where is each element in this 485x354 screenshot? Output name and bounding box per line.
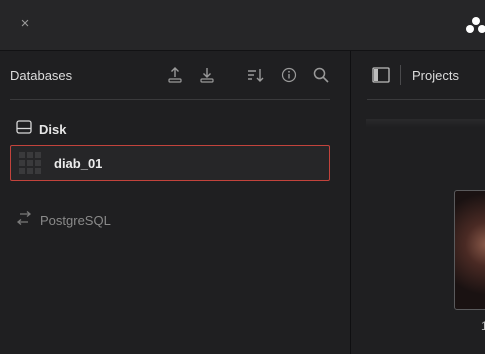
- postgresql-section[interactable]: PostgreSQL: [16, 211, 111, 230]
- project-label: 1: [481, 319, 485, 333]
- databases-title: Databases: [10, 68, 73, 83]
- projects-header-strip: [366, 119, 485, 127]
- download-icon[interactable]: [198, 66, 216, 84]
- projects-title: Projects: [412, 68, 459, 83]
- search-icon[interactable]: [312, 66, 330, 84]
- disk-drive-icon: [16, 119, 32, 139]
- databases-panel: Databases Disk diab_01 PostgreSQL: [0, 51, 350, 354]
- connect-arrows-icon: [16, 211, 32, 230]
- panel-toggle-icon[interactable]: [372, 67, 390, 83]
- database-thumbnail-icon: [18, 151, 42, 175]
- title-bar: ×: [0, 0, 485, 51]
- database-item-diab-01[interactable]: diab_01: [10, 145, 330, 181]
- info-icon[interactable]: [280, 66, 298, 84]
- projects-panel: Projects 1: [351, 51, 485, 354]
- davinci-resolve-logo-icon: [465, 16, 485, 34]
- disk-section-header: Disk: [16, 119, 67, 139]
- close-icon[interactable]: ×: [16, 15, 34, 33]
- postgresql-label: PostgreSQL: [40, 213, 111, 228]
- project-thumbnail[interactable]: [454, 190, 485, 310]
- projects-toolbar-divider: [367, 99, 485, 100]
- sort-icon[interactable]: [247, 66, 265, 84]
- upload-icon[interactable]: [166, 66, 184, 84]
- database-name: diab_01: [54, 155, 103, 171]
- toolbar-divider: [10, 99, 330, 100]
- disk-section-label: Disk: [39, 121, 67, 137]
- title-divider: [400, 65, 401, 85]
